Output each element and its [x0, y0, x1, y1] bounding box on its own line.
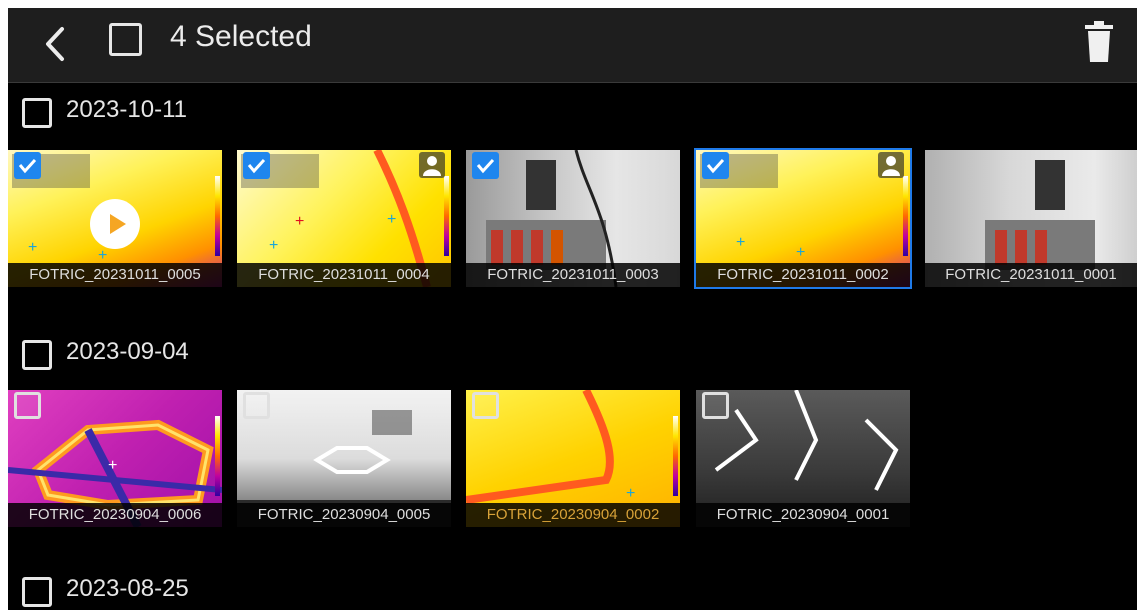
checkmark-icon: [247, 158, 266, 174]
date-group-checkbox[interactable]: [22, 577, 52, 607]
selection-toolbar: 4 Selected: [8, 8, 1137, 83]
color-scale-bar: [673, 416, 678, 496]
thumbnail-caption: FOTRIC_20230904_0001: [696, 503, 910, 527]
measure-point-icon: +: [28, 239, 38, 256]
media-thumbnail[interactable]: FOTRIC_20230904_0001: [696, 390, 910, 527]
thumbnail-caption: FOTRIC_20230904_0002: [466, 503, 680, 527]
thumbnail-checkbox-checked[interactable]: [702, 152, 729, 179]
measure-point-icon: +: [626, 485, 636, 502]
thumbnail-caption: FOTRIC_20230904_0005: [237, 503, 451, 527]
thumbnail-caption: FOTRIC_20231011_0003: [466, 263, 680, 287]
media-thumbnail[interactable]: FOTRIC_20231011_0001: [925, 150, 1137, 287]
thumbnail-checkbox-checked[interactable]: [472, 152, 499, 179]
person-icon: [878, 152, 904, 178]
date-group-header: 2023-09-04: [22, 338, 242, 372]
select-all-checkbox[interactable]: [109, 23, 142, 56]
color-scale-bar: [444, 176, 449, 256]
measure-point-icon: +: [796, 244, 806, 261]
date-group-checkbox[interactable]: [22, 98, 52, 128]
thumbnail-caption: FOTRIC_20231011_0005: [8, 263, 222, 287]
back-arrow-icon[interactable]: [40, 23, 70, 65]
thumbnail-caption: FOTRIC_20231011_0002: [696, 263, 910, 287]
thumbnail-checkbox[interactable]: [702, 392, 729, 419]
date-group-header: 2023-10-11: [22, 96, 242, 130]
thumbnail-checkbox[interactable]: [14, 392, 41, 419]
measure-point-icon: +: [736, 234, 746, 251]
measure-point-icon: +: [269, 237, 279, 254]
date-group-label: 2023-10-11: [66, 96, 187, 123]
gallery-screen: 4 Selected 2023-10-11 + + FOTRIC_2023101…: [8, 8, 1137, 610]
thumbnail-checkbox-checked[interactable]: [14, 152, 41, 179]
person-icon: [419, 152, 445, 178]
media-thumbnail[interactable]: + + + FOTRIC_20231011_0004: [237, 150, 451, 287]
color-scale-bar: [215, 176, 220, 256]
checkmark-icon: [476, 158, 495, 174]
date-group-checkbox[interactable]: [22, 340, 52, 370]
thumbnail-checkbox[interactable]: [472, 392, 499, 419]
play-icon[interactable]: [90, 199, 140, 249]
trash-icon[interactable]: [1082, 20, 1116, 64]
date-group-label: 2023-08-25: [66, 575, 189, 602]
measure-point-icon: +: [108, 457, 118, 474]
checkmark-icon: [706, 158, 725, 174]
date-group-header: 2023-08-25: [22, 575, 242, 609]
thumbnail-checkbox[interactable]: [243, 392, 270, 419]
measure-point-icon: +: [98, 247, 108, 264]
media-thumbnail[interactable]: + + FOTRIC_20231011_0005: [8, 150, 222, 287]
color-scale-bar: [903, 176, 908, 256]
media-thumbnail[interactable]: + + FOTRIC_20231011_0002: [694, 148, 912, 289]
media-thumbnail[interactable]: + FOTRIC_20230904_0002: [466, 390, 680, 527]
color-scale-bar: [215, 416, 220, 496]
date-group-label: 2023-09-04: [66, 338, 189, 365]
measure-point-icon: +: [387, 211, 397, 228]
media-thumbnail[interactable]: FOTRIC_20230904_0005: [237, 390, 451, 527]
checkmark-icon: [18, 158, 37, 174]
thumbnail-checkbox-checked[interactable]: [243, 152, 270, 179]
thumbnail-caption: FOTRIC_20231011_0001: [925, 263, 1137, 287]
thumbnail-caption: FOTRIC_20230904_0006: [8, 503, 222, 527]
media-thumbnail[interactable]: FOTRIC_20231011_0003: [466, 150, 680, 287]
media-thumbnail[interactable]: + FOTRIC_20230904_0006: [8, 390, 222, 527]
selected-count-title: 4 Selected: [170, 20, 312, 53]
thumbnail-caption: FOTRIC_20231011_0004: [237, 263, 451, 287]
measure-point-icon: +: [295, 213, 305, 230]
